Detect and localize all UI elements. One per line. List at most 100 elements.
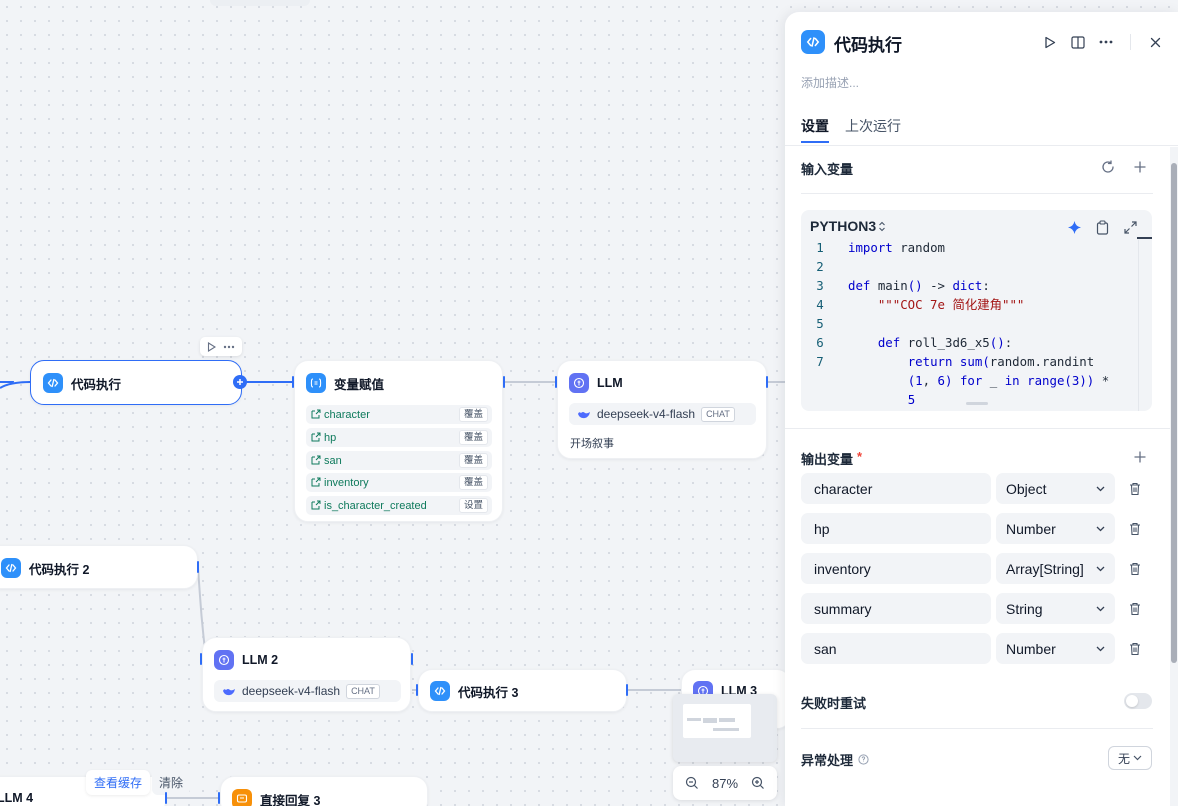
zoom-out-icon[interactable] <box>685 776 699 790</box>
code-editor[interactable]: PYTHON3 1 import random 2 3 def main() -> di… <box>801 210 1152 411</box>
description-input[interactable]: 添加描述... <box>801 74 859 91</box>
type-value: Array[String] <box>1006 560 1084 577</box>
code-token: (1 <box>907 373 923 388</box>
active-tab-indicator <box>801 141 829 143</box>
add-input-var-icon[interactable] <box>1130 157 1150 177</box>
input-port[interactable] <box>416 684 418 696</box>
delete-icon[interactable] <box>1125 519 1145 539</box>
more-icon[interactable] <box>1096 32 1116 52</box>
model-name: deepseek-v4-flash <box>597 407 696 421</box>
output-port[interactable] <box>766 376 768 388</box>
run-node-icon[interactable] <box>207 341 217 352</box>
tab-last-run[interactable]: 上次运行 <box>845 116 901 136</box>
input-port[interactable] <box>218 792 220 804</box>
node-code-exec-3[interactable]: 代码执行 3 <box>418 669 627 712</box>
output-port[interactable] <box>411 653 413 665</box>
output-var-type-select[interactable]: Array[String] <box>996 553 1115 584</box>
code-token: sum <box>959 354 983 369</box>
output-port[interactable] <box>197 561 199 573</box>
output-port[interactable] <box>165 792 167 804</box>
close-icon[interactable] <box>1145 32 1165 52</box>
node-llm[interactable]: LLM deepseek-v4-flash CHAT 开场叙事 <box>557 360 767 459</box>
output-var-name-input[interactable]: inventory <box>801 553 991 584</box>
edge-curve <box>0 381 31 389</box>
output-var-type-select[interactable]: String <box>996 593 1115 624</box>
edge <box>768 381 785 383</box>
node-variable-assigner[interactable]: 变量赋值 character 覆盖 hp 覆盖 san 覆盖 inventory… <box>294 360 503 522</box>
zoom-in-icon[interactable] <box>751 776 765 790</box>
output-port[interactable] <box>503 376 505 388</box>
copy-icon[interactable] <box>1092 217 1112 237</box>
expand-icon[interactable] <box>1120 217 1140 237</box>
code-body[interactable]: 1 import random 2 3 def main() -> dict: 4 """… <box>805 238 1137 411</box>
output-var-name-input[interactable]: character <box>801 473 991 504</box>
edge <box>505 381 557 383</box>
output-var-name-input[interactable]: summary <box>801 593 991 624</box>
node-code-exec-2[interactable]: 代码执行 2 <box>0 545 198 589</box>
variable-icon <box>311 500 321 510</box>
delete-icon[interactable] <box>1125 599 1145 619</box>
model-selector[interactable]: deepseek-v4-flash CHAT <box>214 680 401 702</box>
scrollbar-track[interactable] <box>1170 147 1178 806</box>
node-settings-panel: 代码执行 添加描述... 设置 上次运行 输入变量 PYTHON3 1 impo… <box>785 12 1178 806</box>
input-port[interactable] <box>555 376 557 388</box>
line-number: 3 <box>816 278 824 293</box>
delete-icon[interactable] <box>1125 479 1145 499</box>
run-icon[interactable] <box>1040 32 1060 52</box>
model-name: deepseek-v4-flash <box>242 684 341 698</box>
output-var-type-select[interactable]: Number <box>996 633 1115 664</box>
variable-name: san <box>324 454 342 467</box>
node-title: 代码执行 2 <box>29 562 90 577</box>
ai-generate-icon[interactable] <box>1064 217 1084 237</box>
resize-handle[interactable] <box>966 402 988 405</box>
node-direct-reply-3[interactable]: 直接回复 3 <box>220 776 428 806</box>
help-icon[interactable] <box>858 754 869 765</box>
error-handling-select[interactable]: 无 <box>1108 746 1152 770</box>
output-var-type-select[interactable]: Object <box>996 473 1115 504</box>
sync-icon[interactable] <box>1098 157 1118 177</box>
code-token: 6 <box>937 373 945 388</box>
code-text: def roll_3d6_x5(): <box>848 333 1012 352</box>
code-icon <box>430 681 450 701</box>
input-port[interactable] <box>200 653 202 665</box>
code-icon <box>43 373 63 393</box>
more-icon[interactable] <box>223 345 235 349</box>
scrollbar-thumb[interactable] <box>1171 163 1177 663</box>
view-cache-link[interactable]: 查看缓存 <box>86 770 151 795</box>
variable-icon <box>311 409 321 419</box>
minimap[interactable] <box>673 694 777 762</box>
delete-icon[interactable] <box>1125 639 1145 659</box>
add-output-var-icon[interactable] <box>1130 447 1150 467</box>
node-description: 开场叙事 <box>570 438 614 450</box>
zoom-level[interactable]: 87% <box>712 776 738 791</box>
llm-icon <box>569 373 589 393</box>
retry-toggle[interactable] <box>1124 693 1152 709</box>
delete-icon[interactable] <box>1125 559 1145 579</box>
output-var-name-input[interactable]: san <box>801 633 991 664</box>
language-selector[interactable]: PYTHON3 <box>810 218 886 234</box>
model-selector[interactable]: deepseek-v4-flash CHAT <box>569 403 756 425</box>
clear-cache-button[interactable]: 清除 <box>152 770 191 795</box>
output-var-type-select[interactable]: Number <box>996 513 1115 544</box>
add-node-icon[interactable] <box>233 375 247 389</box>
code-text: 5 <box>848 390 915 409</box>
operation-tag: 设置 <box>458 498 488 513</box>
tab-settings[interactable]: 设置 <box>801 116 829 136</box>
panel-title[interactable]: 代码执行 <box>834 31 902 56</box>
input-port[interactable] <box>292 376 294 388</box>
operation-tag: 覆盖 <box>458 475 488 490</box>
line-number: 1 <box>816 240 824 255</box>
node-title: 代码执行 3 <box>458 685 519 700</box>
node-llm-2[interactable]: LLM 2 deepseek-v4-flash CHAT <box>202 637 411 712</box>
workflow-canvas[interactable]: 代码执行 变量赋值 character 覆盖 hp 覆盖 san 覆盖 inve… <box>0 0 791 806</box>
code-token: () <box>989 335 1005 350</box>
node-code-exec[interactable]: 代码执行 <box>30 360 242 405</box>
output-var-name-input[interactable]: hp <box>801 513 991 544</box>
code-text: (1, 6) for _ in range(3)) * <box>848 371 1110 390</box>
help-docs-icon[interactable] <box>1068 32 1088 52</box>
code-token: , <box>922 373 938 388</box>
output-port[interactable] <box>626 684 628 696</box>
